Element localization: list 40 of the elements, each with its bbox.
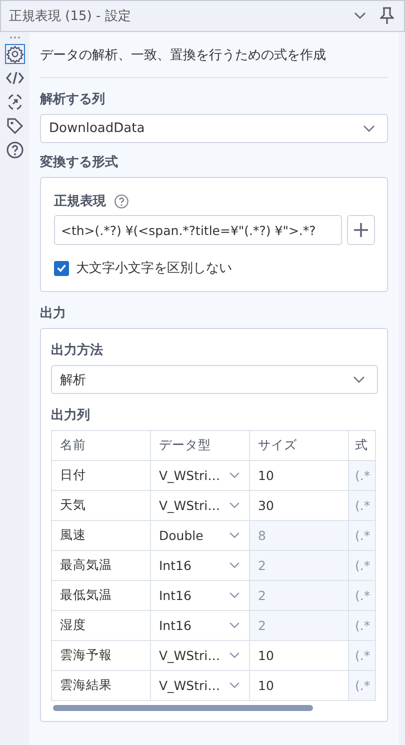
field-label: 出力方法 [51,342,104,359]
settings-icon[interactable] [4,44,24,64]
chevron-down-icon [229,532,240,539]
window-title: 正規表現 (15) - 設定 [9,8,132,25]
table-cell: (.* [349,581,375,610]
table-cell: (.* [349,491,375,520]
description-text: データの解析、一致、置換を行うための式を作成 [40,47,327,64]
chevron-down-icon [229,562,240,569]
chevron-down-icon[interactable] [354,12,366,20]
table-cell: (.* [349,461,375,490]
section-label: 出力 [40,305,67,322]
table-cell: (.* [349,611,375,640]
section-label: 解析する列 [40,91,106,108]
scrollbar-thumb[interactable] [53,705,313,711]
chevron-down-icon [229,652,240,659]
chevron-down-icon [229,622,240,629]
table-cell: (.* [349,521,375,550]
field-label: 正規表現 [54,193,106,210]
pin-icon[interactable] [380,7,394,25]
field-label: 出力列 [51,407,91,424]
regex-input-field[interactable]: <th>(.*?) ¥(<span.*?title=¥"(.*?) ¥">.*? [54,215,342,245]
plus-icon [353,222,369,238]
section-label: 変換する形式 [40,154,119,171]
method-dropdown[interactable]: 解析 [51,365,378,394]
chevron-down-icon [229,682,240,689]
tag-icon[interactable] [4,116,24,136]
chevron-down-icon [229,472,240,479]
checkbox[interactable] [54,260,69,276]
column-dropdown[interactable]: DownloadData [40,114,388,143]
chevron-down-icon [229,502,240,509]
chevron-down-icon [353,376,365,384]
table-cell: (.* [349,671,375,700]
add-button[interactable] [347,215,375,245]
help-icon[interactable] [114,194,129,208]
checkbox-label: 大文字小文字を区別しない [76,260,232,277]
help-icon[interactable] [4,140,24,160]
chevron-down-icon [229,592,240,599]
table-cell: (.* [349,641,375,670]
chevron-down-icon [363,124,375,132]
table-cell: (.* [349,551,375,580]
